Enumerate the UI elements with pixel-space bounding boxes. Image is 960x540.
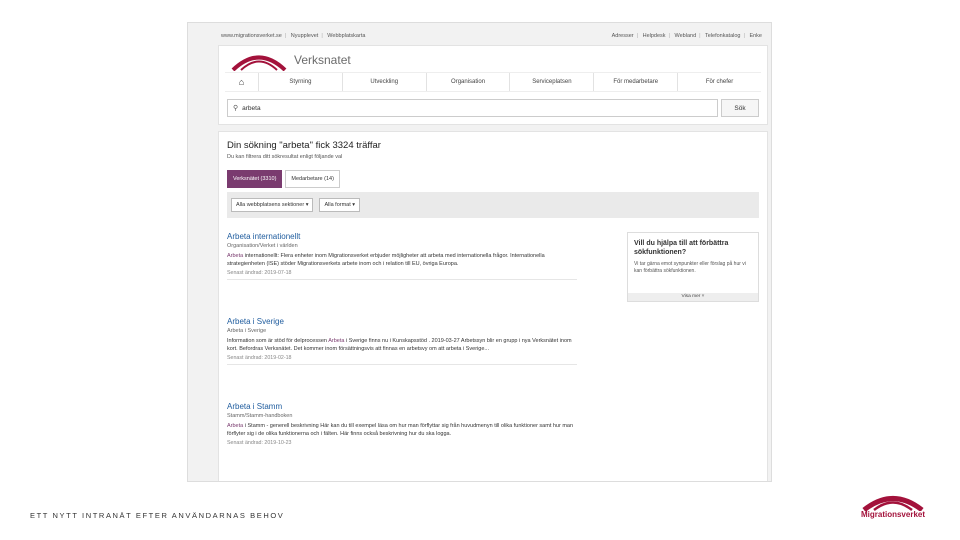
format-select[interactable]: Alla format ▾ [319, 198, 361, 212]
utility-link[interactable]: Adresser [612, 33, 634, 39]
feedback-title: Vill du hjälpa till att förbättra sökfun… [634, 240, 729, 256]
filter-bar: Alla webbplatsens sektioner ▾ Alla forma… [227, 192, 759, 218]
hit-title[interactable]: Arbeta internationellt [227, 232, 577, 241]
logo-arc-icon [862, 496, 924, 512]
search-icon: ⚲ [233, 105, 239, 112]
site-header: Verksnatet ⌂ Styrning Utveckling Organis… [218, 45, 768, 125]
utility-left: www.migrationsverket.se | Nyupplevet | Web… [221, 33, 366, 39]
results-tabs: Verksnätet (3310) Medarbetare (14) [227, 170, 759, 188]
nav-item[interactable]: Serviceplatsen [510, 73, 595, 91]
feedback-show-more[interactable]: Visa mer ˅ [628, 293, 758, 301]
brand-name: Verksnatet [294, 53, 351, 67]
nav-home-icon[interactable]: ⌂ [225, 73, 259, 91]
search-button[interactable]: Sök [721, 99, 759, 117]
utility-bar: www.migrationsverket.se | Nyupplevet | Web… [221, 29, 765, 43]
results-title: Din sökning "arbeta" fick 3324 träffar [227, 140, 381, 151]
search-hit: Arbeta i Sverige Arbeta i Sverige Inform… [227, 317, 577, 365]
hit-date: Senast ändrad: 2019-02-18 [227, 355, 292, 361]
logo-text: Migrationsverket [860, 510, 926, 519]
divider [227, 364, 577, 365]
search-hit: Arbeta i Stamm Stamm/Stamm-handboken Arb… [227, 402, 577, 446]
hit-path: Stamm/Stamm-handboken [227, 413, 293, 419]
screenshot-frame: www.migrationsverket.se | Nyupplevet | Web… [187, 22, 772, 482]
slide-footer-text: ETT NYTT INTRANÄT EFTER ANVÄNDARNAS BEHO… [30, 511, 285, 520]
hit-date: Senast ändrad: 2019-10-23 [227, 440, 292, 446]
migrationsverket-logo: Migrationsverket [852, 491, 934, 521]
hit-text: Information som är stöd för delprocessen… [227, 338, 572, 352]
nav-item[interactable]: För medarbetare [594, 73, 679, 91]
hit-date: Senast ändrad: 2019-07-18 [227, 270, 292, 276]
brand[interactable]: Verksnatet [219, 46, 767, 72]
hit-path: Organisation/Verket i världen [227, 243, 298, 249]
utility-link[interactable]: www.migrationsverket.se [221, 33, 282, 39]
nav-item[interactable]: Organisation [427, 73, 511, 91]
hit-title[interactable]: Arbeta i Stamm [227, 402, 577, 411]
search-row: ⚲ arbeta Sök [219, 92, 767, 124]
utility-link[interactable]: Helpdesk [643, 33, 666, 39]
logo-arc-icon [231, 55, 287, 71]
search-input[interactable]: ⚲ arbeta [227, 99, 718, 117]
utility-link[interactable]: Webbplatskarta [327, 33, 365, 39]
feedback-text: Vi tar gärna emot synpunkter eller försl… [634, 261, 746, 274]
results-subtitle: Du kan filtrera ditt sökresultat enligt … [227, 154, 343, 160]
utility-link[interactable]: Enke [749, 33, 762, 39]
utility-link[interactable]: Telefonkatalog [705, 33, 740, 39]
hit-path: Arbeta i Sverige [227, 328, 267, 334]
tab-verksnatet[interactable]: Verksnätet (3310) [227, 170, 283, 188]
hit-text: Arbeta i Stamm - generell beskrivning Hä… [227, 423, 574, 437]
nav-item[interactable]: Utveckling [343, 73, 427, 91]
utility-link[interactable]: Nyupplevet [291, 33, 319, 39]
divider [227, 279, 577, 280]
search-value: arbeta [242, 104, 261, 112]
utility-link[interactable]: Webland [675, 33, 697, 39]
search-hit: Arbeta internationellt Organisation/Verk… [227, 232, 577, 280]
nav-item[interactable]: Styrning [259, 73, 343, 91]
hit-title[interactable]: Arbeta i Sverige [227, 317, 577, 326]
hit-text: Arbeta internationellt: Flera enheter in… [227, 253, 545, 267]
main-nav: ⌂ Styrning Utveckling Organisation Servi… [225, 72, 761, 92]
tab-medarbetare[interactable]: Medarbetare (14) [285, 170, 340, 188]
results-panel: Din sökning "arbeta" fick 3324 träffar D… [218, 131, 768, 481]
nav-item[interactable]: För chefer [678, 73, 761, 91]
utility-right: Adresser | Helpdesk | Webland | Telefonkata… [611, 33, 762, 39]
feedback-box: Vill du hjälpa till att förbättra sökfun… [627, 232, 759, 302]
section-select[interactable]: Alla webbplatsens sektioner ▾ [231, 198, 314, 212]
